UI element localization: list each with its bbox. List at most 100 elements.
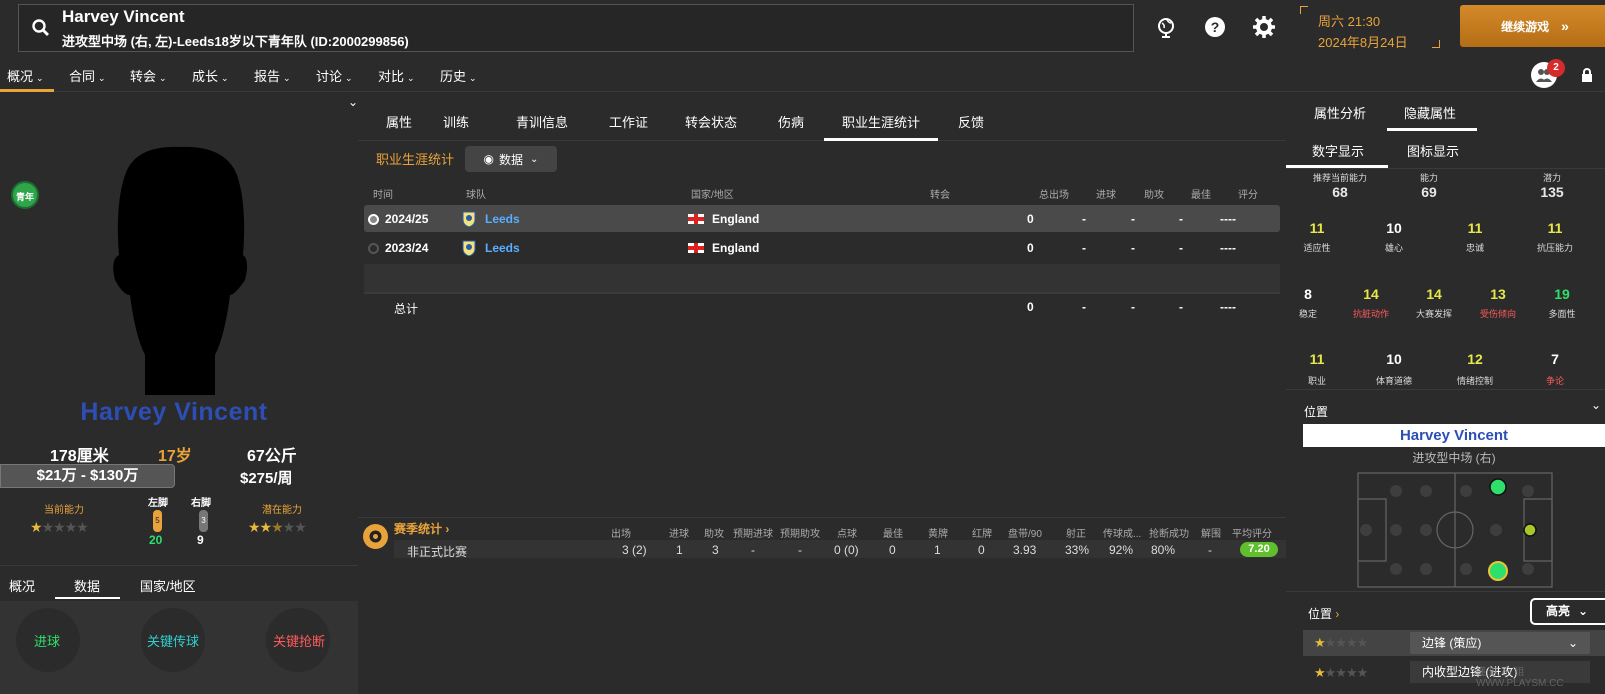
nav-discuss[interactable]: 讨论 ⌄ [316,66,353,85]
player-subtitle: 进攻型中场 (右, 左)-Leeds18岁以下青年队 (ID:200029985… [62,34,409,49]
watermark: 懂 球 小 组 WWW.PLAYSM.CC [1476,667,1564,689]
left-foot-number: 20 [149,533,163,547]
globe-icon[interactable] [1154,15,1178,39]
total-apps: 0 [1027,300,1034,314]
metric-key-tackles[interactable]: 关键抢断 [273,631,325,650]
highlight-dropdown[interactable]: 高亮 ⌄ [1530,598,1605,625]
player-search-box[interactable]: Harvey Vincent 进攻型中场 (右, 左)-Leeds18岁以下青年… [18,4,1134,52]
nav-compare[interactable]: 对比 ⌄ [378,66,415,85]
positions-link[interactable]: 位置 › [1308,605,1339,622]
season-col[interactable]: 射正 [1066,525,1086,540]
tab-nation[interactable]: 国家/地区 [140,576,196,595]
subtab-icon[interactable]: 图标显示 [1407,141,1459,160]
col-apps[interactable]: 总出场 [1039,186,1069,201]
tab-attribute-analysis[interactable]: 属性分析 [1314,103,1366,122]
nav-history[interactable]: 历史 ⌄ [440,66,477,85]
tab-attributes[interactable]: 属性 [386,112,412,131]
col-team[interactable]: 球队 [466,186,486,201]
season-value: 0 (0) [834,543,859,557]
season-col[interactable]: 进球 [669,525,689,540]
nav-reports[interactable]: 报告 ⌄ [254,66,291,85]
position-player-name: Harvey Vincent [1303,424,1605,447]
attr-versatility-label: 多面性 [1548,309,1576,319]
youth-badge: 青年 [11,181,39,209]
season-col[interactable]: 红牌 [972,525,992,540]
season-col[interactable]: 抢断成功 [1149,525,1189,540]
nav-development[interactable]: 成长 ⌄ [192,66,229,85]
season-col[interactable]: 点球 [837,525,857,540]
game-date: 周六 21:30 2024年8月24日 [1300,6,1440,50]
nav-transfer[interactable]: 转会 ⌄ [130,66,167,85]
continue-game-button[interactable]: 继续游戏 » [1460,5,1605,47]
col-transfer[interactable]: 转会 [930,186,950,201]
row-apps: 0 [1027,212,1034,226]
role-dropdown[interactable]: 边锋 (策应) ⌄ [1410,632,1590,654]
row-goals: - [1082,212,1086,226]
nav-overview[interactable]: 概况 ⌄ [7,66,44,85]
season-value: 33% [1065,543,1090,557]
attr-professionalism-value: 11 [1309,351,1325,367]
collapse-chevron-icon[interactable]: ⌄ [348,95,358,109]
view-dropdown[interactable]: ◉ 数据 ⌄ [465,146,557,172]
col-time[interactable]: 时间 [373,186,393,201]
attributes-panel: 属性分析 隐藏属性 数字显示 图标显示 推荐当前能力 68 能力 69 潜力 1… [1286,93,1605,694]
row-team-link[interactable]: Leeds [485,241,520,255]
search-icon[interactable] [31,18,51,38]
col-country[interactable]: 国家/地区 [691,186,734,201]
chevron-down-icon[interactable]: ⌄ [1591,398,1601,412]
season-col[interactable]: 盘带/90 [1008,525,1042,540]
col-rating[interactable]: 评分 [1238,186,1258,201]
season-col[interactable]: 解围 [1201,525,1221,540]
continue-label: 继续游戏 [1501,19,1550,34]
total-rating: ---- [1220,300,1236,314]
tab-feedback[interactable]: 反馈 [958,112,984,131]
tab-career-stats[interactable]: 职业生涯统计 [842,112,920,131]
subtab-numeric[interactable]: 数字显示 [1312,141,1364,160]
season-col[interactable]: 黄牌 [928,525,948,540]
season-col[interactable]: 预期助攻 [780,525,820,540]
season-col[interactable]: 助攻 [704,525,724,540]
col-assists[interactable]: 助攻 [1144,186,1164,201]
season-col[interactable]: 出场 [611,525,631,540]
attr-loyalty-label: 忠诚 [1465,243,1484,253]
row-season: 2024/25 [385,212,429,226]
tab-injury[interactable]: 伤病 [778,112,804,131]
chevron-down-icon: ⌄ [1567,636,1578,650]
col-goals[interactable]: 进球 [1096,186,1116,201]
row-radio-selected[interactable] [368,214,379,225]
season-value: 3 [712,543,719,557]
row-team-link[interactable]: Leeds [485,212,520,226]
chevron-down-icon: ⌄ [469,73,477,83]
season-col[interactable]: 平均评分 [1232,525,1272,540]
tab-overview[interactable]: 概况 [9,576,35,595]
row-radio[interactable] [368,243,379,254]
tab-work-permit[interactable]: 工作证 [609,112,648,131]
metric-key-passes[interactable]: 关键传球 [147,631,199,650]
metric-goals[interactable]: 进球 [34,631,60,650]
season-col[interactable]: 最佳 [883,525,903,540]
football-icon [363,524,388,549]
england-flag-icon [688,243,704,253]
total-best: - [1179,300,1183,314]
col-best[interactable]: 最佳 [1191,186,1211,201]
row-season: 2023/24 [385,241,429,255]
attr-dirtiness-value: 14 [1363,286,1379,302]
settings-gear-icon[interactable] [1252,15,1276,39]
season-value: 0 [889,543,896,557]
pitch-diagram [1357,472,1553,588]
tab-youth-info[interactable]: 青训信息 [516,112,568,131]
player-value[interactable]: $21万 - $130万 [0,464,175,488]
game-date-text: 2024年8月24日 [1318,35,1408,50]
tab-transfer-status[interactable]: 转会状态 [685,112,737,131]
tab-data[interactable]: 数据 [74,576,100,595]
season-col[interactable]: 传球成... [1103,525,1141,540]
lock-icon[interactable] [1581,68,1593,82]
row-country: England [712,212,760,226]
tab-training[interactable]: 训练 [443,112,469,131]
season-col[interactable]: 预期进球 [733,525,773,540]
season-stats-link[interactable]: 赛季统计 › [394,520,449,537]
season-row-label: 非正式比赛 [407,545,468,559]
tab-hidden-attributes[interactable]: 隐藏属性 [1404,103,1456,122]
help-icon[interactable]: ? [1203,15,1227,39]
nav-contract[interactable]: 合同 ⌄ [69,66,106,85]
